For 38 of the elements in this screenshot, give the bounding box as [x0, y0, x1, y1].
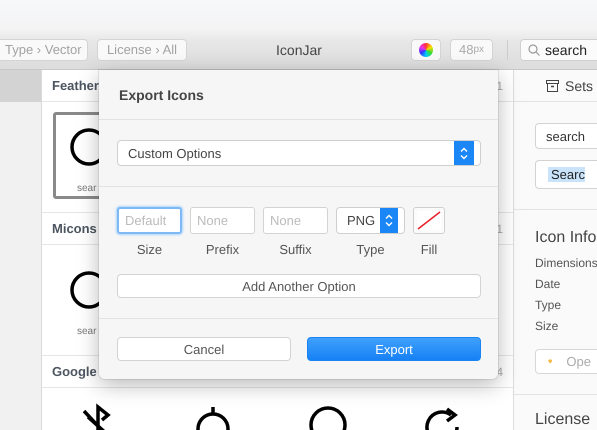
- chevron-updown-icon: [459, 146, 469, 160]
- type-select[interactable]: PNG: [336, 207, 405, 234]
- field-label: Suffix: [279, 242, 312, 257]
- color-wheel-icon: [419, 42, 433, 56]
- input-field[interactable]: None: [263, 207, 328, 234]
- dialog-title: Export Icons: [119, 86, 204, 102]
- section-heading: Icon Info: [535, 229, 597, 247]
- info-label: Size: [535, 318, 560, 335]
- section-heading: License: [535, 411, 592, 429]
- result-item[interactable]: Searc: [548, 167, 585, 182]
- cancel-button[interactable]: Cancel: [117, 337, 291, 361]
- section-title: Micons: [52, 221, 97, 236]
- field-label: Type: [356, 242, 385, 257]
- fill-well[interactable]: [413, 207, 445, 234]
- window-title: IconJar: [275, 42, 323, 58]
- panel-title: Sets: [565, 78, 594, 94]
- chevron-updown-icon: [384, 214, 394, 227]
- diamond-icon: [548, 357, 552, 366]
- archive-icon: [546, 80, 559, 92]
- input-field[interactable]: Default: [117, 207, 182, 234]
- preset-select[interactable]: Custom Options: [117, 140, 481, 166]
- info-label: Dimensions: [535, 255, 597, 272]
- input-field[interactable]: None: [190, 207, 255, 234]
- field-label: Fill: [420, 242, 438, 257]
- section-title: Feather: [52, 78, 99, 93]
- icon-label: sear: [77, 183, 96, 194]
- field-label: Size: [136, 242, 162, 257]
- info-label: Date: [535, 276, 562, 293]
- search-field[interactable]: search: [535, 123, 597, 149]
- no-color-icon: [417, 211, 441, 230]
- search-field[interactable]: search: [520, 38, 597, 60]
- add-option-button[interactable]: Add Another Option: [117, 274, 481, 298]
- icon-label: sear: [77, 326, 96, 337]
- info-label: Type: [535, 297, 562, 314]
- field-label: Prefix: [206, 242, 240, 257]
- section-title: Google: [52, 364, 97, 379]
- search-icon: [528, 44, 540, 56]
- color-button[interactable]: [411, 38, 441, 60]
